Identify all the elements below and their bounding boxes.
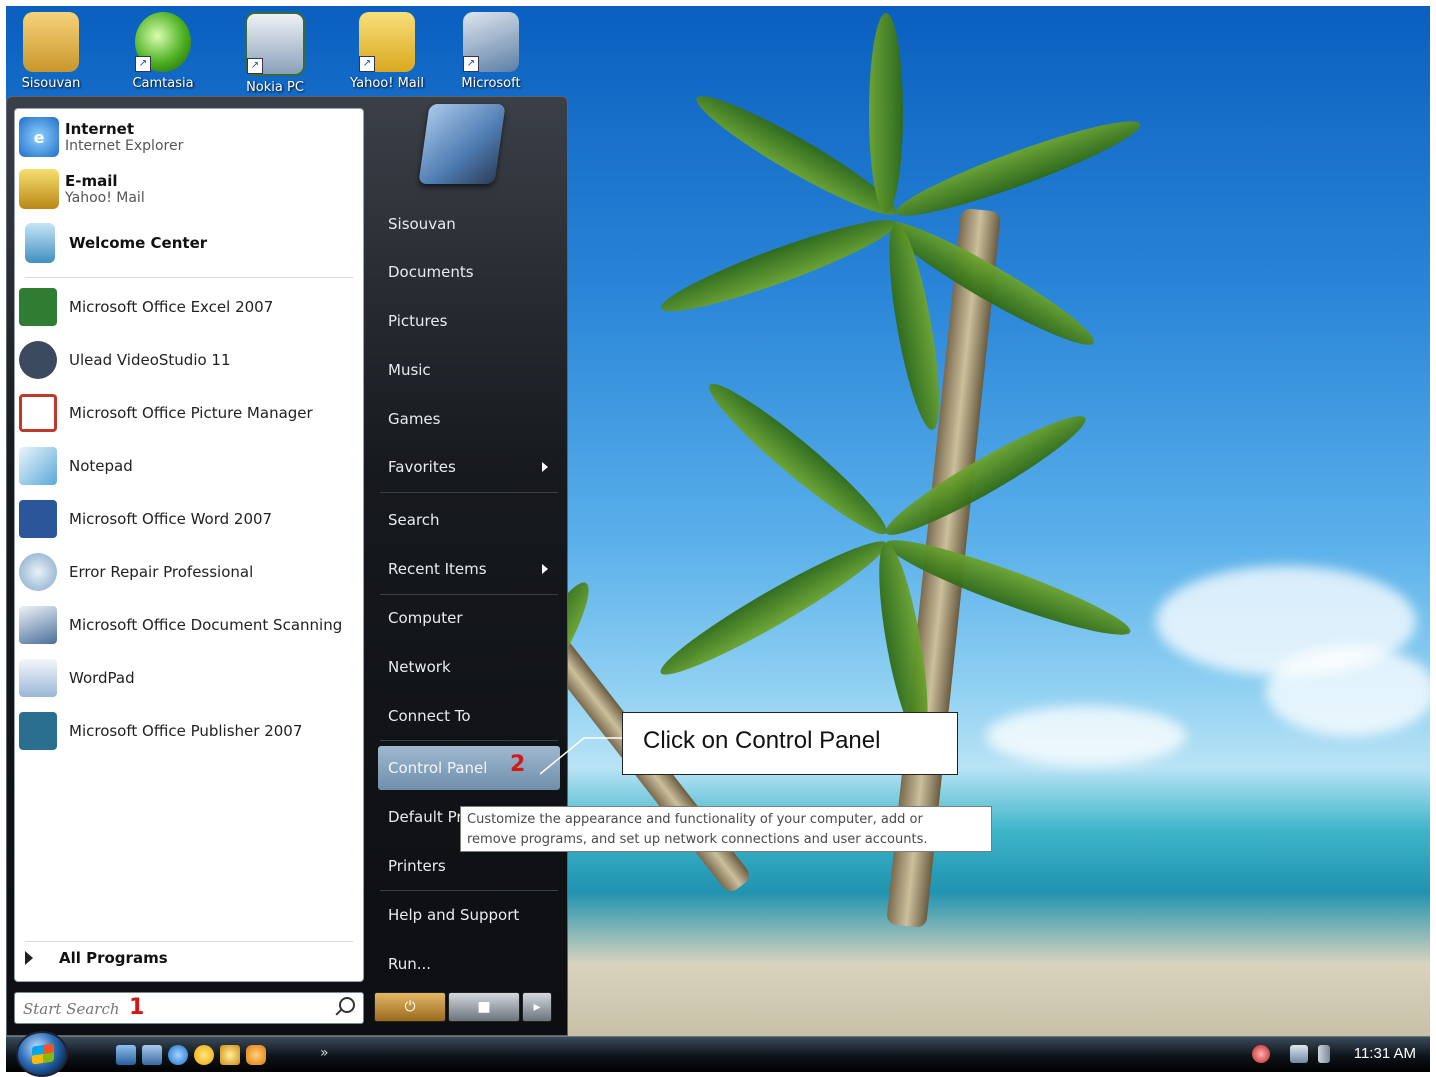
start-search-box[interactable]: 1: [14, 992, 364, 1024]
menu-item-music[interactable]: Music: [378, 348, 560, 392]
welcome-center-item[interactable]: Welcome Center: [19, 223, 207, 263]
more-quick-launch-icon[interactable]: »: [320, 1045, 340, 1065]
scanner-icon: ↗: [463, 12, 519, 72]
network-icon[interactable]: [1290, 1045, 1308, 1063]
switch-windows-icon[interactable]: [142, 1045, 162, 1065]
nokia-pc-suite-icon: ↗: [245, 12, 305, 76]
excel-icon: [19, 288, 57, 326]
welcome-center-icon: [25, 223, 55, 263]
separator: [380, 890, 558, 891]
separator: [380, 740, 558, 741]
program-excel[interactable]: Microsoft Office Excel 2007: [19, 285, 273, 329]
desktop-icon-sisouvan[interactable]: Sisouvan: [6, 12, 96, 91]
messenger-icon[interactable]: [194, 1045, 214, 1065]
error-repair-icon: [19, 553, 57, 591]
menu-item-favorites[interactable]: Favorites: [378, 445, 560, 489]
palm-frond: [890, 108, 1147, 229]
program-publisher[interactable]: Microsoft Office Publisher 2007: [19, 709, 302, 753]
desktop-icon-nokia-pc[interactable]: ↗ Nokia PC: [230, 12, 320, 95]
internet-explorer-icon[interactable]: [168, 1045, 188, 1065]
cloud: [986, 706, 1186, 766]
pinned-internet[interactable]: e Internet Internet Explorer: [19, 117, 183, 157]
program-ulead-videostudio[interactable]: Ulead VideoStudio 11: [19, 338, 231, 382]
palm-frond: [655, 207, 902, 325]
step-marker-1: 1: [129, 995, 145, 1020]
menu-item-games[interactable]: Games: [378, 397, 560, 441]
cloud: [1266, 646, 1430, 736]
program-error-repair[interactable]: Error Repair Professional: [19, 550, 253, 594]
security-alert-icon[interactable]: [1252, 1045, 1270, 1063]
start-search-input[interactable]: [21, 997, 125, 1021]
desktop-icon-camtasia[interactable]: ↗ Camtasia: [118, 12, 208, 91]
media-icon[interactable]: [246, 1045, 266, 1065]
notepad-icon: [19, 447, 57, 485]
chevron-right-icon: [25, 951, 33, 965]
lock-button[interactable]: ■: [448, 992, 520, 1022]
program-wordpad[interactable]: WordPad: [19, 656, 135, 700]
menu-item-documents[interactable]: Documents: [378, 250, 560, 294]
chevron-right-icon: ▸: [533, 999, 541, 1015]
palm-frond: [869, 13, 903, 213]
menu-item-network[interactable]: Network: [378, 645, 560, 689]
program-picture-manager[interactable]: Microsoft Office Picture Manager: [19, 391, 313, 435]
control-panel-tooltip: Customize the appearance and functionali…: [460, 806, 992, 852]
power-options-button[interactable]: ▸: [522, 992, 552, 1022]
start-button[interactable]: [16, 1031, 68, 1077]
power-button[interactable]: ⏻: [374, 992, 446, 1022]
palm-frond: [877, 403, 1094, 548]
power-icon: ⏻: [404, 999, 416, 1015]
menu-item-help-and-support[interactable]: Help and Support: [378, 893, 560, 937]
document-scanning-icon: [19, 606, 57, 644]
word-icon: [19, 500, 57, 538]
instruction-callout: Click on Control Panel: [622, 712, 958, 775]
separator: [380, 492, 558, 493]
camtasia-icon: ↗: [135, 12, 191, 72]
menu-item-pictures[interactable]: Pictures: [378, 299, 560, 343]
picture-manager-icon: [19, 394, 57, 432]
palm-frond: [698, 372, 897, 547]
submenu-arrow-icon: [542, 462, 548, 472]
submenu-arrow-icon: [542, 564, 548, 574]
all-programs-button[interactable]: All Programs: [25, 949, 168, 967]
publisher-icon: [19, 712, 57, 750]
user-picture[interactable]: [418, 104, 506, 184]
palm-frond: [652, 528, 895, 688]
yahoo-mail-icon: ↗: [359, 12, 415, 72]
callout-pointer: [540, 737, 624, 775]
menu-item-connect-to[interactable]: Connect To: [378, 694, 560, 738]
pinned-email[interactable]: E-mail Yahoo! Mail: [19, 169, 145, 209]
internet-explorer-icon: e: [19, 117, 59, 157]
program-document-scanning[interactable]: Microsoft Office Document Scanning: [19, 603, 342, 647]
desktop-icon-microsoft[interactable]: ↗ Microsoft: [446, 12, 536, 91]
search-icon[interactable]: [339, 997, 355, 1013]
program-word[interactable]: Microsoft Office Word 2007: [19, 497, 272, 541]
lock-icon: ■: [477, 999, 491, 1015]
power-buttons: ⏻ ■ ▸: [374, 992, 554, 1022]
separator: [25, 941, 353, 942]
separator: [25, 277, 353, 278]
volume-icon[interactable]: [1318, 1045, 1330, 1063]
camtasia-icon[interactable]: [220, 1045, 240, 1065]
wordpad-icon: [19, 659, 57, 697]
desktop-icon-yahoo-mail[interactable]: ↗ Yahoo! Mail: [342, 12, 432, 91]
taskbar: » 11:31 AM: [6, 1031, 1430, 1077]
menu-item-recent-items[interactable]: Recent Items: [378, 547, 560, 591]
menu-item-sisouvan[interactable]: Sisouvan: [378, 202, 560, 246]
videostudio-icon: [19, 341, 57, 379]
step-marker-2: 2: [510, 752, 526, 777]
menu-item-computer[interactable]: Computer: [378, 596, 560, 640]
yahoo-mail-icon: [19, 169, 59, 209]
program-notepad[interactable]: Notepad: [19, 444, 133, 488]
separator: [380, 594, 558, 595]
start-menu-programs-pane: e Internet Internet Explorer E-mail Yaho…: [14, 108, 364, 982]
menu-item-search[interactable]: Search: [378, 498, 560, 542]
folder-icon: [23, 12, 79, 72]
clock[interactable]: 11:31 AM: [1354, 1045, 1416, 1062]
menu-item-control-panel[interactable]: Control Panel 2: [378, 746, 560, 790]
menu-item-run[interactable]: Run...: [378, 942, 560, 986]
show-desktop-icon[interactable]: [116, 1045, 136, 1065]
